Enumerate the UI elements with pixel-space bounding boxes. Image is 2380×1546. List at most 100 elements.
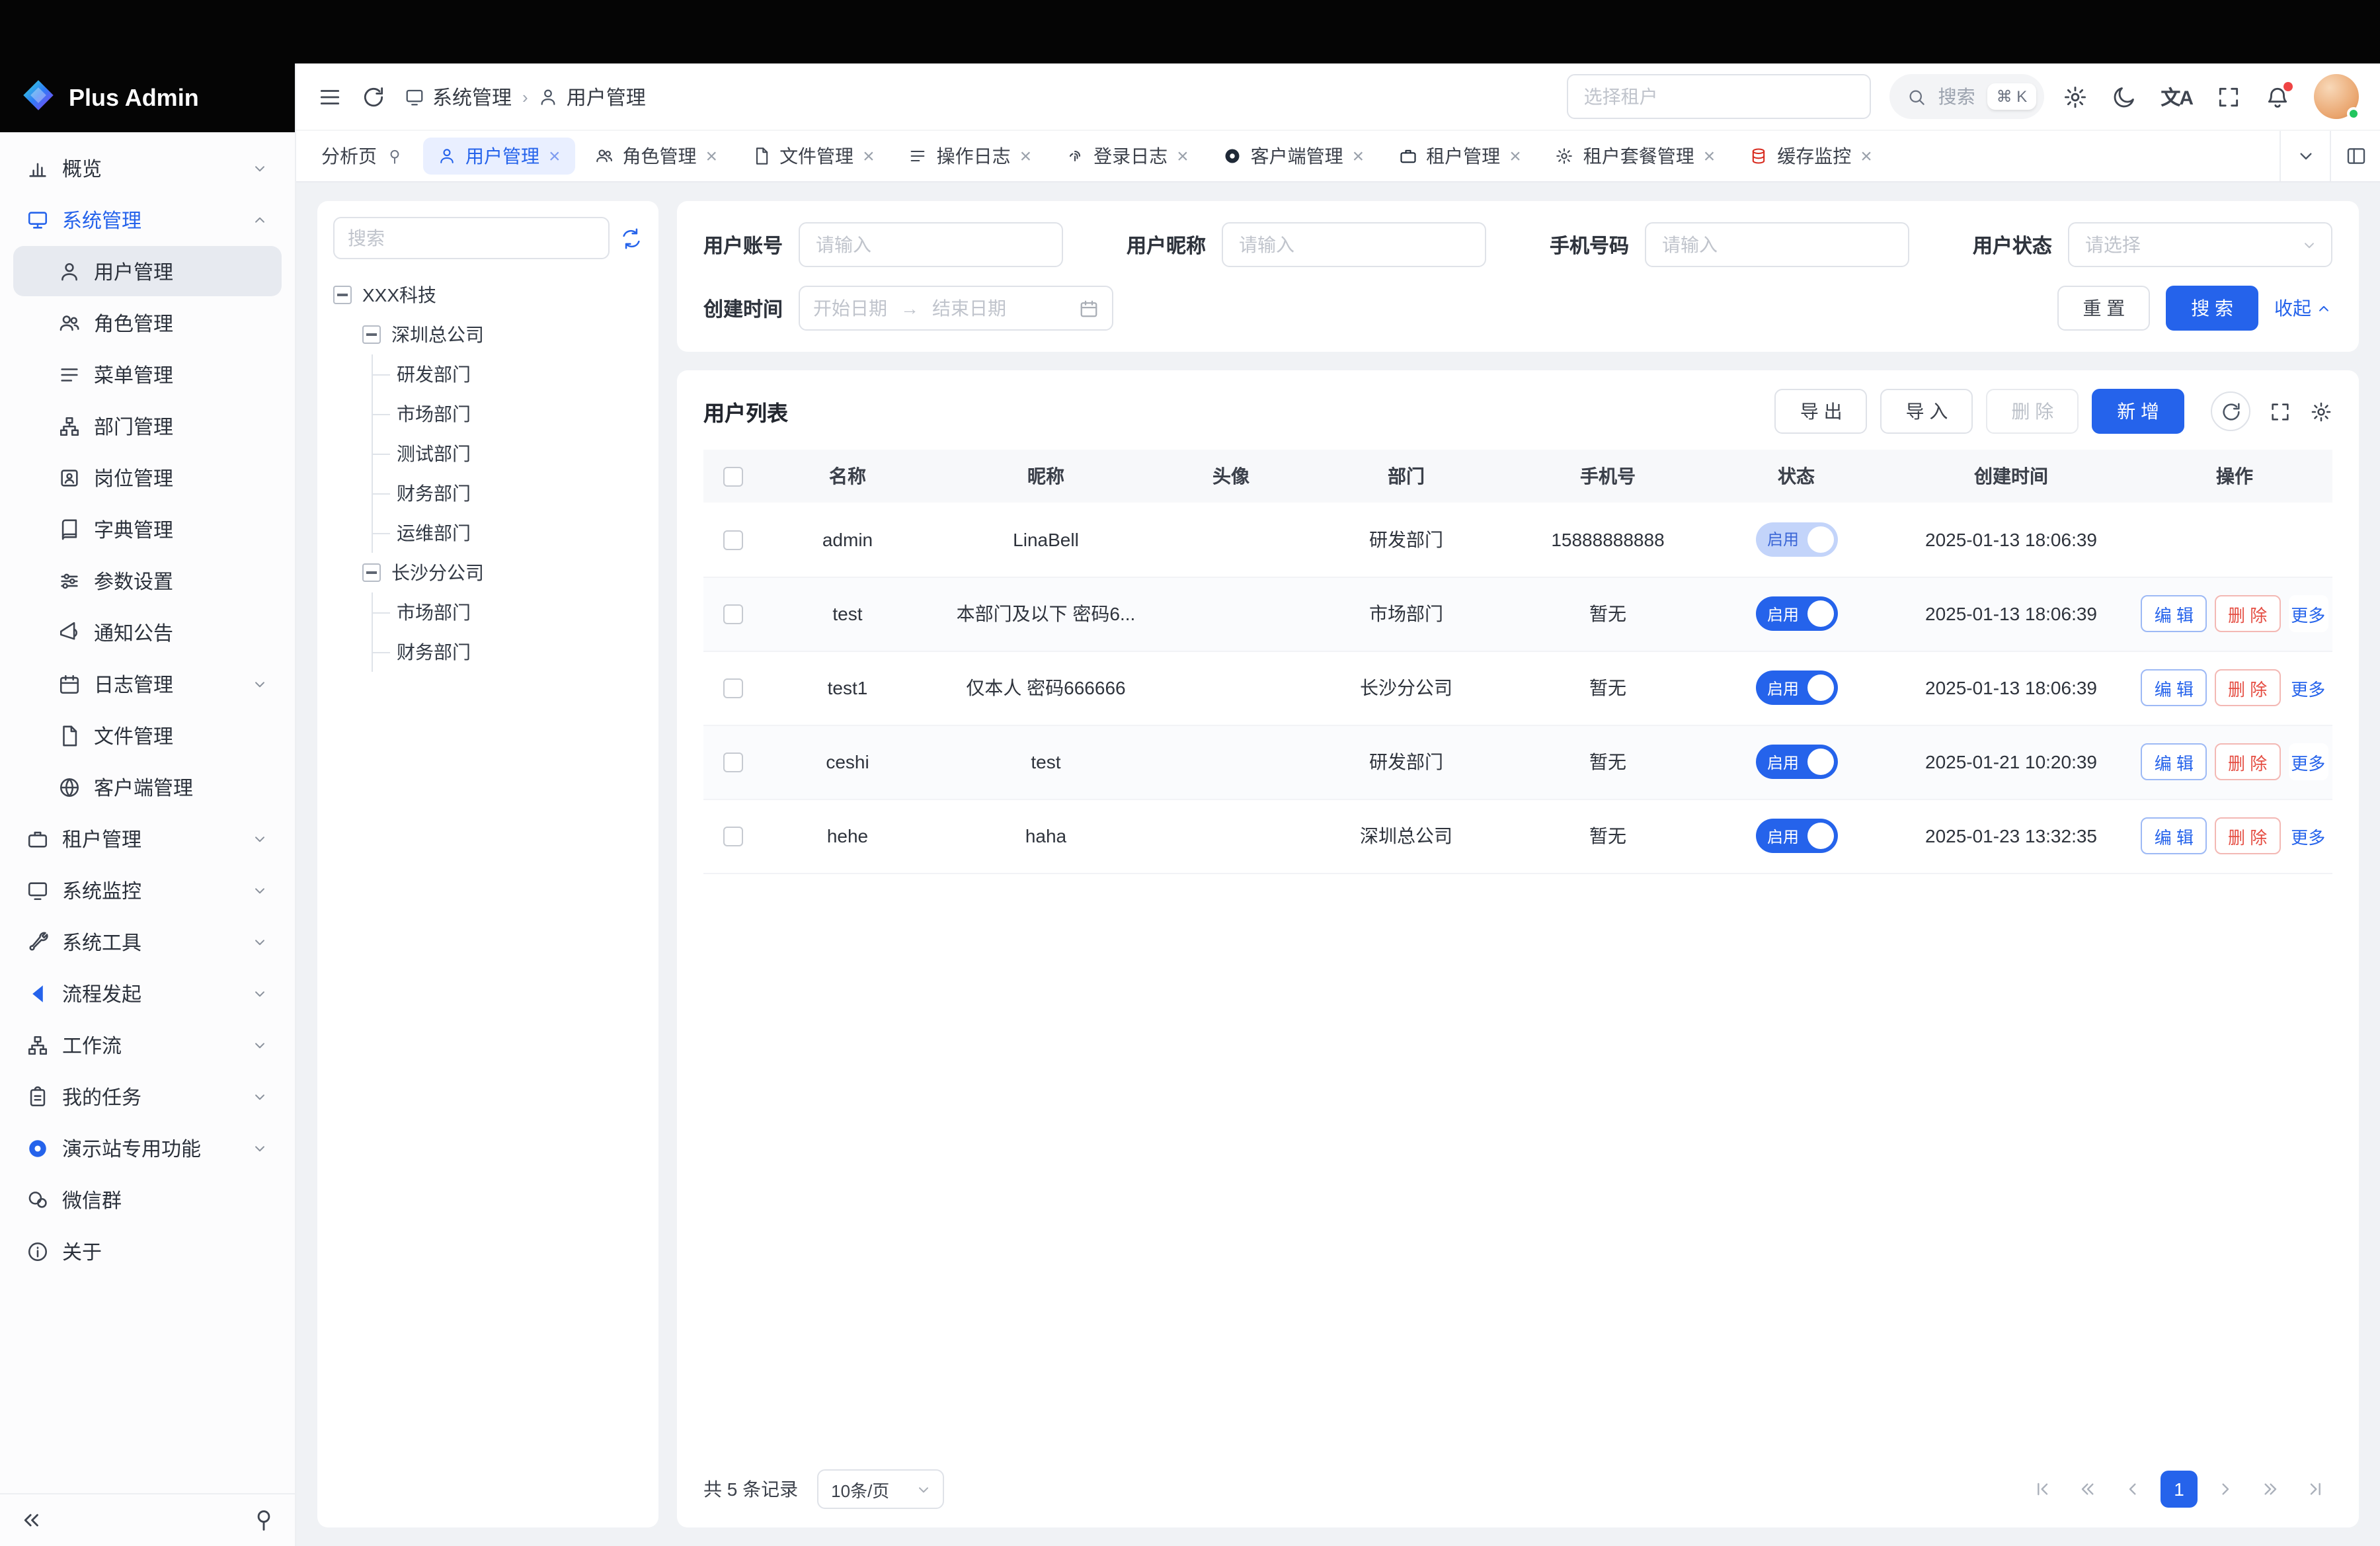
tab-user[interactable]: 用户管理× xyxy=(423,138,575,175)
status-toggle[interactable]: 启用 xyxy=(1755,745,1837,779)
sidebar-item-client-mgmt[interactable]: 客户端管理 xyxy=(13,762,282,812)
tab-loginlog[interactable]: 登录日志× xyxy=(1051,138,1203,175)
close-tab-icon[interactable]: × xyxy=(1177,146,1189,166)
user-avatar[interactable] xyxy=(2314,74,2359,119)
status-toggle[interactable]: 启用 xyxy=(1755,671,1837,705)
tree-node[interactable]: 测试部门 xyxy=(333,434,643,473)
sidebar-item-role-mgmt[interactable]: 角色管理 xyxy=(13,298,282,348)
page-size-select[interactable]: 10条/页 xyxy=(816,1469,943,1509)
sidebar-pin-icon[interactable] xyxy=(251,1508,276,1533)
edit-button[interactable]: 编 辑 xyxy=(2141,817,2207,854)
phone-input[interactable] xyxy=(1645,222,1909,267)
pagination-prev-jump-button[interactable] xyxy=(2071,1472,2105,1506)
import-button[interactable]: 导 入 xyxy=(1881,389,1973,434)
sidebar-item-sys-monitor[interactable]: 系统监控 xyxy=(13,865,282,915)
row-checkbox[interactable] xyxy=(723,679,742,699)
sidebar-item-wechat-group[interactable]: 微信群 xyxy=(13,1174,282,1225)
tab-tenantpkg[interactable]: 租户套餐管理× xyxy=(1541,138,1730,175)
status-toggle[interactable]: 启用 xyxy=(1755,596,1837,631)
export-button[interactable]: 导 出 xyxy=(1775,389,1868,434)
tree-node[interactable]: 深圳总公司 xyxy=(333,315,643,354)
tree-node[interactable]: 市场部门 xyxy=(333,592,643,632)
tree-collapse-toggle[interactable] xyxy=(362,325,381,344)
edit-button[interactable]: 编 辑 xyxy=(2141,595,2207,632)
sidebar-item-flow-start[interactable]: 流程发起 xyxy=(13,968,282,1018)
tree-node[interactable]: 市场部门 xyxy=(333,394,643,434)
more-actions-button[interactable]: 更多 xyxy=(2288,743,2328,780)
more-actions-button[interactable]: 更多 xyxy=(2288,817,2328,854)
pin-icon[interactable] xyxy=(386,147,403,165)
pagination-next-button[interactable] xyxy=(2208,1472,2242,1506)
sidebar-item-overview[interactable]: 概览 xyxy=(13,143,282,193)
delete-row-button[interactable]: 删 除 xyxy=(2215,669,2280,706)
sidebar-item-my-tasks[interactable]: 我的任务 xyxy=(13,1071,282,1121)
tree-node[interactable]: 长沙分公司 xyxy=(333,553,643,592)
breadcrumb-item-user[interactable]: 用户管理 xyxy=(539,83,646,110)
delete-button[interactable]: 删 除 xyxy=(1986,389,2079,434)
sidebar-item-system[interactable]: 系统管理 xyxy=(13,194,282,245)
fullscreen-icon[interactable] xyxy=(2216,84,2241,109)
tree-refresh-icon[interactable] xyxy=(620,227,643,249)
tree-collapse-toggle[interactable] xyxy=(362,563,381,582)
global-search-button[interactable]: 搜索 ⌘ K xyxy=(1889,74,2045,119)
status-toggle[interactable]: 启用 xyxy=(1755,522,1837,557)
edit-button[interactable]: 编 辑 xyxy=(2141,743,2207,780)
close-tab-icon[interactable]: × xyxy=(1509,146,1521,166)
pagination-prev-button[interactable] xyxy=(2116,1472,2150,1506)
close-tab-icon[interactable]: × xyxy=(1020,146,1032,166)
breadcrumb-item-system[interactable]: 系统管理 xyxy=(405,83,512,110)
row-checkbox[interactable] xyxy=(723,827,742,847)
nickname-input[interactable] xyxy=(1222,222,1486,267)
close-tab-icon[interactable]: × xyxy=(1704,146,1716,166)
tab-oplog[interactable]: 操作日志× xyxy=(894,138,1047,175)
account-input[interactable] xyxy=(799,222,1063,267)
select-all-checkbox[interactable] xyxy=(723,468,742,487)
tab-client[interactable]: 客户端管理× xyxy=(1209,138,1379,175)
sidebar-collapse-icon[interactable] xyxy=(19,1508,44,1533)
sidebar-item-about[interactable]: 关于 xyxy=(13,1226,282,1276)
sidebar-item-menu-mgmt[interactable]: 菜单管理 xyxy=(13,349,282,399)
row-checkbox[interactable] xyxy=(723,753,742,773)
status-toggle[interactable]: 启用 xyxy=(1755,819,1837,853)
sidebar-item-notice[interactable]: 通知公告 xyxy=(13,607,282,657)
tabbar-layout-icon[interactable] xyxy=(2330,131,2380,181)
tab-analysis[interactable]: 分析页 xyxy=(307,138,418,175)
refresh-page-icon[interactable] xyxy=(361,84,386,109)
tree-node[interactable]: XXX科技 xyxy=(333,275,643,315)
delete-row-button[interactable]: 删 除 xyxy=(2215,817,2280,854)
table-fullscreen-icon[interactable] xyxy=(2269,400,2291,423)
table-refresh-icon[interactable] xyxy=(2211,391,2250,431)
language-translate-icon[interactable]: 文A xyxy=(2161,83,2192,110)
close-tab-icon[interactable]: × xyxy=(706,146,718,166)
more-actions-button[interactable]: 更多 xyxy=(2288,669,2328,706)
pagination-next-jump-button[interactable] xyxy=(2253,1472,2287,1506)
sidebar-item-workflow[interactable]: 工作流 xyxy=(13,1020,282,1070)
row-checkbox[interactable] xyxy=(723,530,742,550)
dark-mode-moon-icon[interactable] xyxy=(2112,84,2137,109)
tabbar-dropdown-icon[interactable] xyxy=(2280,131,2330,181)
sidebar-item-file-mgmt[interactable]: 文件管理 xyxy=(13,710,282,760)
pagination-page-1[interactable]: 1 xyxy=(2161,1471,2198,1508)
sidebar-item-tenant-mgmt[interactable]: 租户管理 xyxy=(13,813,282,864)
delete-row-button[interactable]: 删 除 xyxy=(2215,743,2280,780)
search-button[interactable]: 搜 索 xyxy=(2166,286,2258,331)
hamburger-menu-icon[interactable] xyxy=(317,84,342,109)
tab-role[interactable]: 角色管理× xyxy=(580,138,733,175)
table-settings-icon[interactable] xyxy=(2310,400,2332,423)
close-tab-icon[interactable]: × xyxy=(863,146,875,166)
add-button[interactable]: 新 增 xyxy=(2092,389,2184,434)
close-tab-icon[interactable]: × xyxy=(1860,146,1872,166)
notifications-bell-icon[interactable] xyxy=(2265,84,2290,109)
created-date-range-picker[interactable]: 开始日期 → 结束日期 xyxy=(799,286,1113,331)
tree-node[interactable]: 财务部门 xyxy=(333,473,643,513)
pagination-last-button[interactable] xyxy=(2298,1472,2332,1506)
tab-file[interactable]: 文件管理× xyxy=(737,138,889,175)
tree-node[interactable]: 研发部门 xyxy=(333,354,643,394)
status-select[interactable]: 请选择 xyxy=(2068,222,2332,267)
row-checkbox[interactable] xyxy=(723,605,742,625)
edit-button[interactable]: 编 辑 xyxy=(2141,669,2207,706)
tab-tenant[interactable]: 租户管理× xyxy=(1384,138,1536,175)
sidebar-item-sys-tools[interactable]: 系统工具 xyxy=(13,916,282,967)
tree-collapse-toggle[interactable] xyxy=(333,286,352,304)
more-actions-button[interactable]: 更多 xyxy=(2288,595,2328,632)
